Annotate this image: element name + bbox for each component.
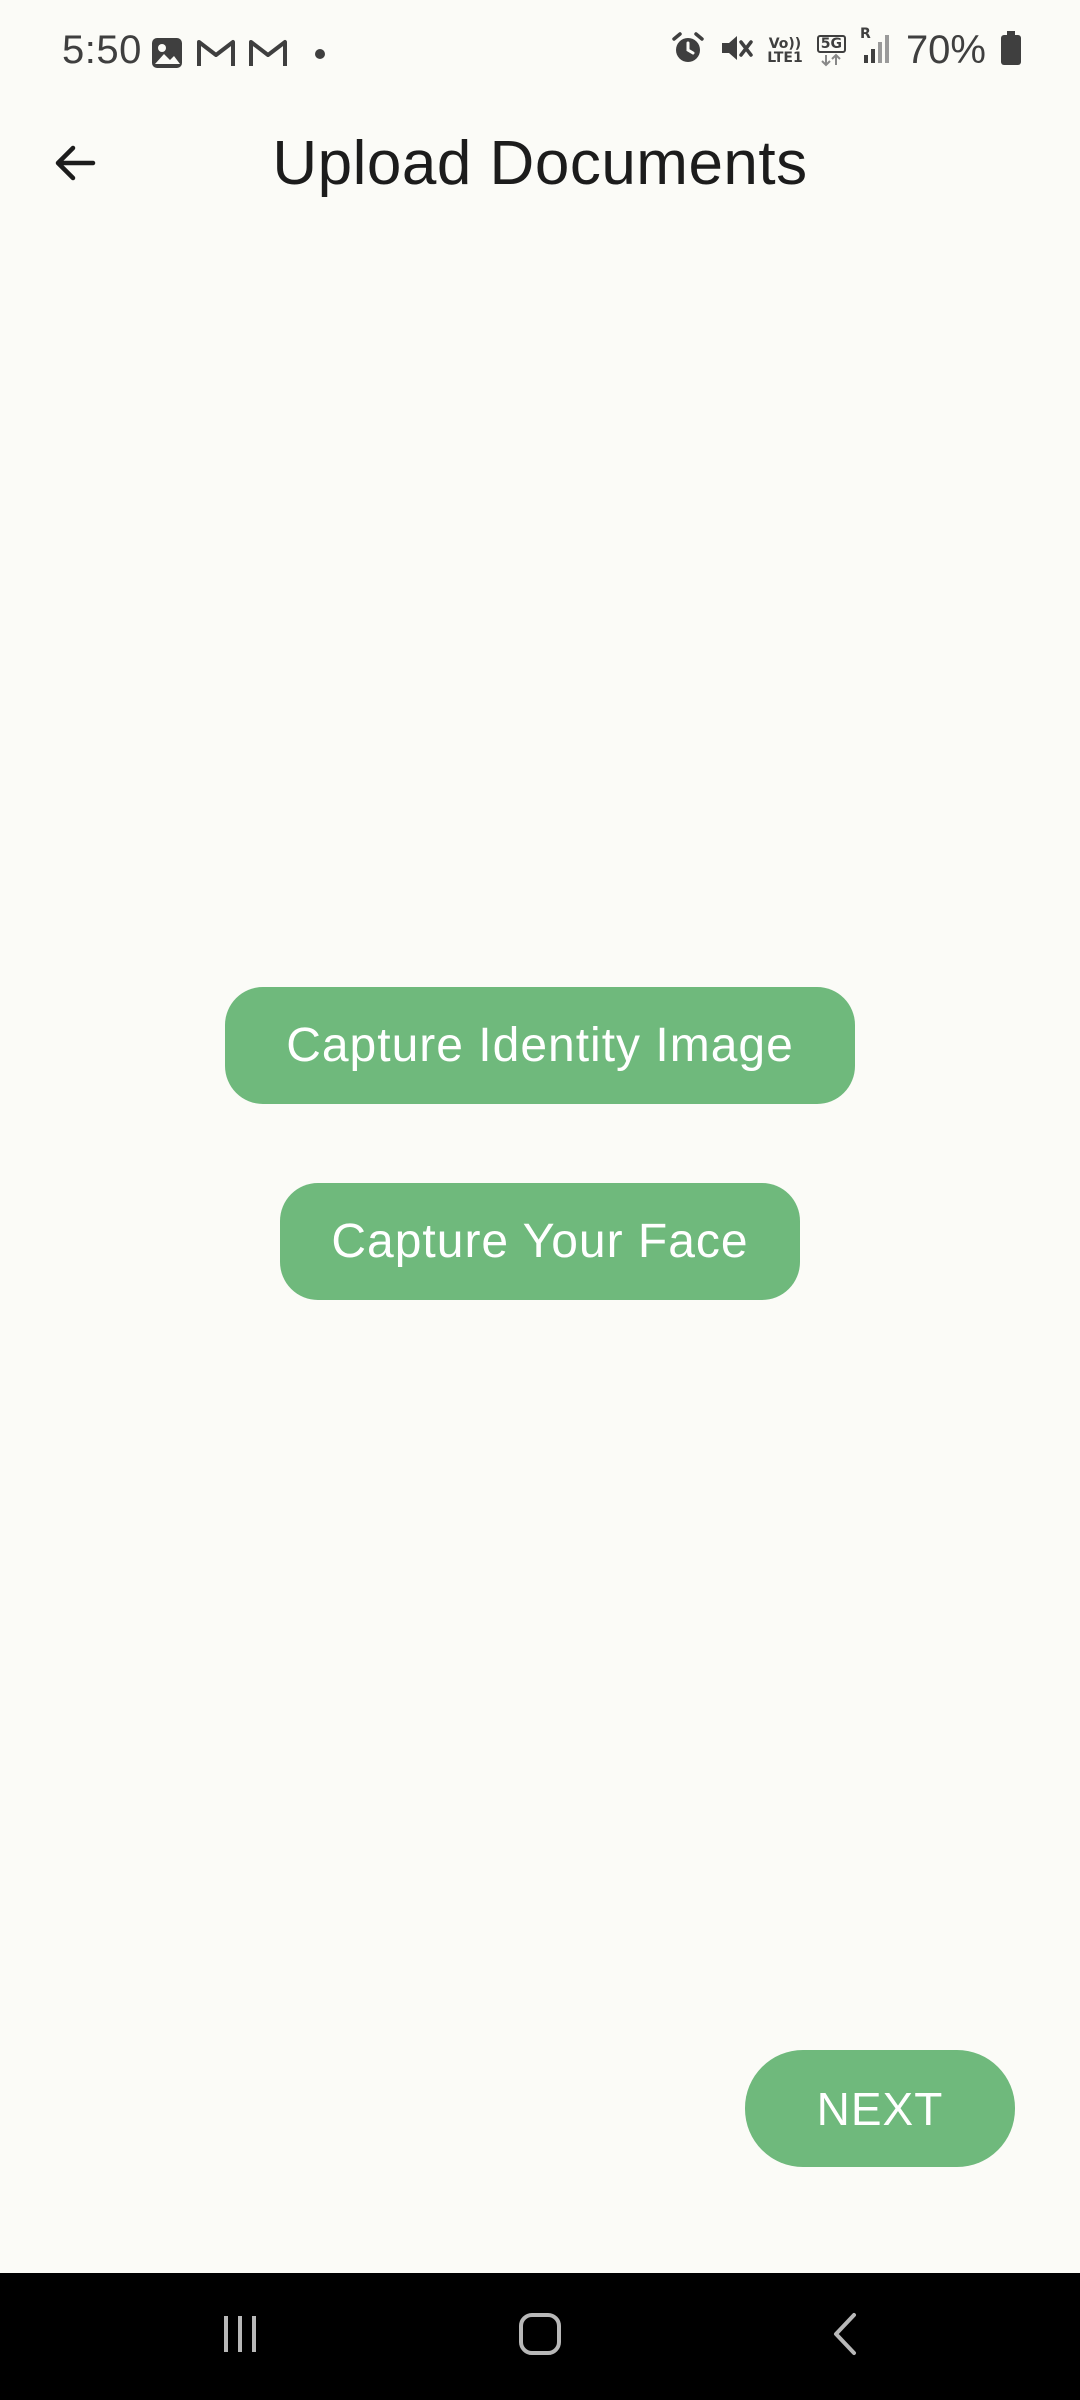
volte-label-top: Vo)) xyxy=(768,35,802,52)
battery-icon xyxy=(1000,30,1022,71)
app-bar: Upload Documents xyxy=(0,110,1080,220)
battery-percent: 70% xyxy=(905,28,986,72)
gmail-icon xyxy=(248,38,288,73)
mute-icon xyxy=(719,31,753,70)
status-time: 5:50 xyxy=(62,28,142,72)
capture-identity-image-button[interactable]: Capture Identity Image xyxy=(225,987,855,1104)
network-label: 5G xyxy=(816,34,846,53)
home-icon xyxy=(517,2311,563,2362)
home-button[interactable] xyxy=(500,2303,580,2369)
capture-your-face-button[interactable]: Capture Your Face xyxy=(280,1183,800,1300)
upload-documents-screen: 5:50 Vo)) LTE1 5G R 70% Upload Documents… xyxy=(0,0,1080,2400)
back-icon xyxy=(830,2311,860,2362)
recent-apps-icon xyxy=(218,2314,262,2359)
system-back-button[interactable] xyxy=(805,2303,885,2369)
status-right-icons: Vo)) LTE1 5G R 70% xyxy=(671,27,1022,73)
alarm-icon xyxy=(671,31,705,70)
next-button[interactable]: NEXT xyxy=(745,2050,1015,2167)
recent-apps-button[interactable] xyxy=(200,2303,280,2369)
system-navigation-bar xyxy=(0,2273,1080,2400)
status-left-icons xyxy=(150,36,326,75)
roaming-label: R xyxy=(859,26,871,42)
gmail-icon xyxy=(196,38,236,73)
page-title: Upload Documents xyxy=(272,129,808,198)
5g-icon: 5G xyxy=(816,34,846,67)
status-bar: 5:50 Vo)) LTE1 5G R 70% xyxy=(0,0,1080,110)
volte-icon: Vo)) LTE1 xyxy=(767,37,802,65)
gallery-icon xyxy=(150,36,184,75)
volte-label-bottom: LTE1 xyxy=(767,49,803,66)
signal-icon: R xyxy=(860,27,892,70)
dot-icon xyxy=(314,47,326,65)
